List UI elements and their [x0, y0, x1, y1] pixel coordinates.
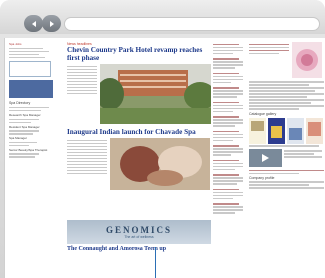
job-desc-4	[9, 153, 59, 158]
job-title-2[interactable]: Resident Spa Manager	[9, 125, 59, 129]
text-cursor	[155, 247, 156, 278]
feature-article-text	[249, 81, 324, 110]
gallery-captions	[249, 145, 324, 147]
story-headline-3[interactable]: The Connaught and Amorosa Teem up	[67, 246, 211, 253]
story-1-body	[67, 64, 211, 124]
back-arrow-icon	[31, 20, 36, 27]
story-2-text	[67, 138, 107, 190]
company-profile-heading[interactable]: Company profile	[249, 176, 324, 180]
main-column: News headlines Chevin Country Park Hotel…	[67, 42, 211, 190]
job-desc-3	[9, 141, 59, 146]
sidebar-link-spa-jobs[interactable]: Spa Jobs	[9, 42, 59, 46]
hotel-photo[interactable]	[100, 64, 211, 124]
browser-titlebar	[0, 0, 325, 34]
story-1-text	[67, 64, 97, 124]
company-profile-text	[249, 181, 324, 189]
genomics-ad-banner[interactable]: GENOMICS The art of wellness	[67, 220, 211, 244]
featured-text	[249, 42, 289, 78]
story-2-body	[67, 138, 211, 190]
directory-text	[9, 106, 59, 111]
catalogue-item-4[interactable]	[306, 117, 323, 144]
story-headline-1[interactable]: Chevin Country Park Hotel revamp reaches…	[67, 46, 211, 62]
featured-photo[interactable]	[292, 42, 322, 78]
right-column: Catalogue gallery Company profile	[249, 42, 324, 190]
ad-subtitle: The art of wellness	[124, 235, 154, 239]
catalogue-gallery-heading[interactable]: Catalogue gallery	[249, 112, 324, 116]
job-title-1[interactable]: Research Spa Manager	[9, 113, 59, 117]
job-title-3[interactable]: Spa Manager	[9, 136, 59, 140]
back-button[interactable]	[24, 15, 43, 32]
brief-list	[213, 43, 243, 214]
forward-arrow-icon	[49, 20, 54, 27]
left-sidebar: Spa Jobs Spa Directory Research Spa Mana…	[9, 42, 59, 159]
story-headline-2[interactable]: Inaugural Indian launch for Chavade Spa	[67, 128, 211, 136]
news-briefs-column	[213, 42, 243, 215]
video-row	[249, 148, 324, 167]
job-desc-2	[9, 130, 59, 135]
video-text	[284, 149, 322, 167]
address-bar[interactable]	[64, 17, 320, 31]
job-desc-1	[9, 118, 59, 123]
ad-title: GENOMICS	[105, 225, 172, 235]
story-3: The Connaught and Amorosa Teem up	[67, 246, 211, 253]
spa-photo[interactable]	[110, 138, 210, 190]
video-thumbnail[interactable]	[249, 148, 282, 167]
catalogue-item-2[interactable]	[268, 117, 285, 144]
sponsor-logo[interactable]	[9, 61, 51, 77]
sidebar-text	[9, 47, 59, 58]
web-page: Spa Jobs Spa Directory Research Spa Mana…	[4, 38, 325, 278]
browser-window: Spa Jobs Spa Directory Research Spa Mana…	[0, 0, 325, 278]
forward-button[interactable]	[42, 15, 61, 32]
catalogue-item-3[interactable]	[287, 117, 304, 144]
catalogue-gallery	[249, 117, 324, 144]
sidebar-ad-banner[interactable]	[9, 80, 53, 98]
sponsor-links	[249, 169, 324, 174]
spa-directory-heading[interactable]: Spa Directory	[9, 101, 59, 105]
catalogue-item-1[interactable]	[249, 117, 266, 144]
job-title-4[interactable]: Senior Beauty/Spa Therapist	[9, 148, 59, 152]
featured-block	[249, 42, 324, 78]
